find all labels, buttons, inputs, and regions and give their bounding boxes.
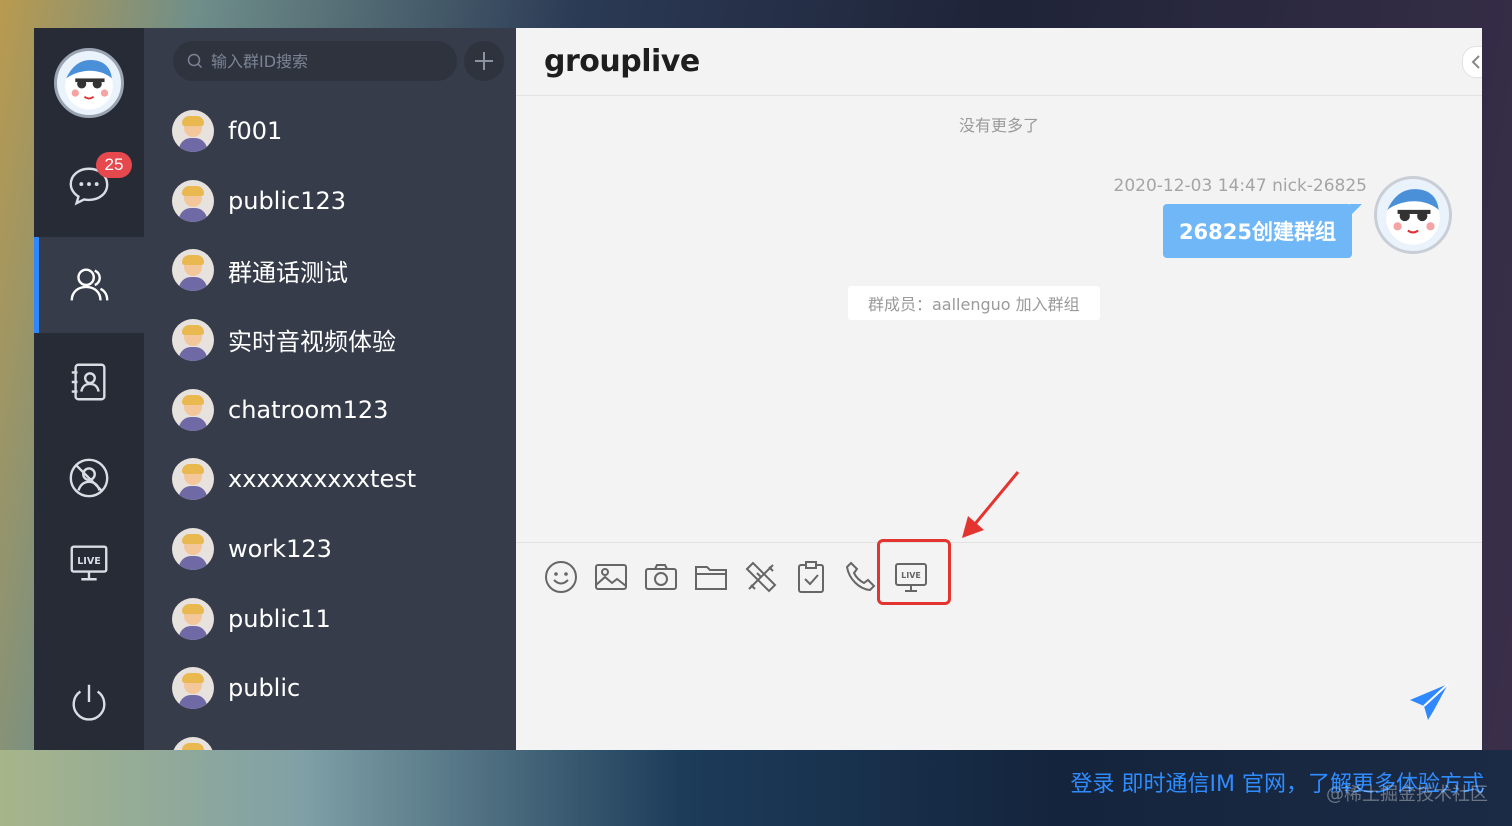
- group-avatar: [172, 667, 214, 710]
- search-icon: [187, 53, 203, 69]
- send-icon[interactable]: [1408, 680, 1452, 724]
- nav-contacts[interactable]: [34, 334, 144, 430]
- group-avatar: [172, 179, 214, 222]
- group-list-panel: f001 public123 群通话测试 实时音视频体验 chatroom123…: [144, 28, 516, 750]
- group-avatar: [172, 249, 214, 292]
- user-avatar[interactable]: [54, 48, 124, 118]
- add-group-button[interactable]: [464, 41, 504, 81]
- emoji-button[interactable]: [541, 557, 581, 597]
- group-item[interactable]: public: [144, 654, 516, 724]
- group-name: chatroom123: [228, 395, 389, 424]
- contacts-icon: [71, 363, 106, 401]
- nav-live[interactable]: LIVE: [34, 514, 144, 610]
- group-item[interactable]: work123: [144, 514, 516, 584]
- chat-pane: grouplive 没有更多了 2020-12-03 14:47 nick-26…: [516, 28, 1482, 750]
- highlight-box: [877, 539, 951, 605]
- avatar-illustration: [65, 59, 113, 110]
- custom-message-button[interactable]: [741, 557, 781, 597]
- app-window: 25 LIVE 输入群ID搜索 f001 public123 群通话测试 实时音…: [34, 28, 1482, 750]
- group-avatar: [172, 737, 214, 750]
- system-notice: 群成员：aallenguo 加入群组: [848, 286, 1100, 320]
- message-toolbar: LIVE: [516, 539, 1482, 622]
- svg-text:LIVE: LIVE: [77, 556, 101, 567]
- watermark: @稀土掘金技术社区: [1326, 784, 1488, 805]
- group-item[interactable]: public123: [144, 166, 516, 236]
- group-avatar: [172, 458, 214, 501]
- group-name: 群通话测试: [228, 258, 348, 287]
- chat-title: grouplive: [544, 44, 700, 79]
- annotation-arrow: [962, 471, 1020, 538]
- nav-blacklist[interactable]: [34, 430, 144, 526]
- custom-icon: [745, 561, 777, 593]
- folder-icon: [695, 566, 727, 590]
- live-icon: LIVE: [70, 545, 108, 581]
- call-icon: [845, 561, 876, 592]
- nav-groups[interactable]: [34, 237, 144, 333]
- blocked-icon: [69, 458, 109, 498]
- nav-chat[interactable]: [34, 138, 144, 234]
- survey-button[interactable]: [791, 557, 831, 597]
- group-name: public11: [228, 604, 331, 633]
- group-item[interactable]: xxxxxxxxxxtest: [144, 444, 516, 514]
- group-name: work123: [228, 534, 332, 563]
- emoji-icon: [545, 561, 577, 593]
- image-icon: [595, 564, 627, 590]
- group-items: f001 public123 群通话测试 实时音视频体验 chatroom123…: [144, 96, 516, 750]
- group-avatar: [172, 388, 214, 431]
- group-name: public: [228, 674, 301, 703]
- group-name: public123: [228, 186, 347, 215]
- search-input[interactable]: [211, 51, 431, 71]
- message-meta: 2020-12-03 14:47 nick-26825: [1113, 176, 1368, 196]
- message-bubble[interactable]: 26825创建群组: [1162, 204, 1363, 258]
- group-item[interactable]: chatroom123: [144, 375, 516, 445]
- chat-header: grouplive: [516, 28, 1482, 96]
- plus-icon: [475, 52, 493, 70]
- group-item[interactable]: 实时音视频体验: [144, 305, 516, 375]
- group-icon: [70, 268, 109, 301]
- search-box: [173, 41, 457, 81]
- group-item[interactable]: 群通话测试: [144, 235, 516, 305]
- group-item[interactable]: f001: [144, 96, 516, 166]
- sender-avatar[interactable]: [1374, 176, 1452, 254]
- message-input[interactable]: [540, 628, 1380, 728]
- camera-icon: [645, 564, 677, 590]
- group-item[interactable]: public11: [144, 584, 516, 654]
- nav-logout[interactable]: [34, 654, 144, 750]
- collapse-panel-button[interactable]: [1462, 46, 1482, 78]
- camera-button[interactable]: [641, 557, 681, 597]
- avatar-illustration: [1386, 189, 1440, 245]
- survey-icon: [798, 561, 824, 593]
- nav-rail: 25 LIVE: [34, 28, 144, 750]
- group-name: 实时音视频体验: [228, 328, 396, 357]
- group-name: xxxxxxxxxxtest: [228, 465, 417, 494]
- group-avatar: [172, 597, 214, 640]
- unread-badge: 25: [96, 152, 132, 178]
- file-button[interactable]: [691, 557, 731, 597]
- group-avatar: [172, 527, 214, 570]
- chevron-left-icon: [1471, 55, 1480, 69]
- group-name: f001: [228, 116, 283, 145]
- power-icon: [72, 684, 106, 721]
- image-button[interactable]: [591, 557, 631, 597]
- group-avatar: [172, 318, 214, 361]
- group-item-partial[interactable]: [144, 723, 516, 750]
- group-avatar: [172, 109, 214, 152]
- no-more-history: 没有更多了: [958, 116, 1039, 135]
- call-button[interactable]: [841, 557, 881, 597]
